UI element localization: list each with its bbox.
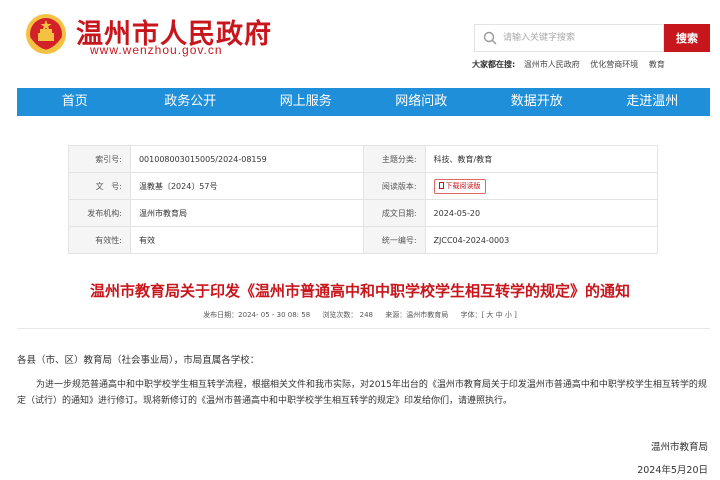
search-button[interactable]: 搜索: [664, 24, 710, 52]
site-header: 温州市人民政府 www.wenzhou.gov.cn 搜索 大家都在搜: 温州市…: [0, 0, 720, 86]
nav-item-open-data[interactable]: 数据开放: [479, 88, 595, 116]
reader-cell: 下载阅读版: [424, 172, 659, 200]
search-box: [474, 24, 664, 52]
article-title: 温州市教育局关于印发《温州市普通高中和中职学校学生相互转学的规定》的通知: [89, 282, 630, 300]
docno-value: 温教基〔2024〕57号: [129, 172, 364, 200]
article-meta: 发布日期：2024- 05 - 30 08: 58 浏览次数： 248 来源：温…: [0, 310, 720, 320]
body-paragraph: 为进一步规范普通高中和中职学校学生相互转学流程，根据相关文件和我市实际，对201…: [17, 380, 707, 406]
nav-item-about-wenzhou[interactable]: 走进温州: [595, 88, 711, 116]
hot-search-link[interactable]: 温州市人民政府: [524, 60, 580, 69]
category-label: 主题分类:: [362, 145, 426, 173]
salutation: 各县（市、区）教育局（社会事业局），市局直属各学校：: [17, 355, 260, 366]
issuer-label: 发布机构:: [68, 199, 131, 227]
publish-date: 发布日期：2024- 05 - 30 08: 58: [203, 311, 311, 319]
signature-org: 温州市教育局: [650, 442, 708, 453]
hot-search-label: 大家都在搜:: [472, 60, 516, 69]
document-icon: [438, 181, 444, 189]
unified-label: 统一编号:: [362, 226, 426, 254]
nav-item-home[interactable]: 首页: [17, 88, 133, 116]
validity-label: 有效性:: [68, 226, 131, 254]
table-row: 发布机构: 温州市教育局 成文日期: 2024-05-20: [68, 199, 659, 227]
download-reader-label: 下载阅读版: [445, 181, 481, 190]
font-size-switcher[interactable]: 字体：[ 大 中 小 ]: [460, 311, 516, 319]
document-info-table: 索引号: 001008003015005/2024-08159 主题分类: 科技…: [68, 145, 659, 254]
reader-label: 阅读版本:: [362, 172, 426, 200]
unified-value: ZJCC04-2024-0003: [424, 226, 659, 254]
table-row: 索引号: 001008003015005/2024-08159 主题分类: 科技…: [68, 145, 659, 173]
validity-value: 有效: [129, 226, 364, 254]
search-icon: [483, 31, 497, 45]
divider: [17, 328, 710, 329]
nav-item-gov-affairs[interactable]: 政务公开: [133, 88, 249, 116]
hot-search-link[interactable]: 优化营商环境: [590, 60, 638, 69]
index-value: 001008003015005/2024-08159: [129, 145, 364, 173]
source: 来源：温州市教育局: [385, 311, 449, 319]
main-nav: 首页 政务公开 网上服务 网络问政 数据开放 走进温州: [17, 88, 710, 116]
national-emblem-icon: [26, 14, 66, 54]
nav-item-online-service[interactable]: 网上服务: [248, 88, 364, 116]
hot-search-link[interactable]: 教育: [649, 60, 665, 69]
category-value: 科技、教育/教育: [424, 145, 659, 173]
search-input[interactable]: [503, 28, 658, 48]
signature-date: 2024年5月20日: [637, 465, 708, 476]
index-label: 索引号:: [68, 145, 131, 173]
created-value: 2024-05-20: [424, 199, 659, 227]
hot-search: 大家都在搜: 温州市人民政府 优化营商环境 教育: [472, 59, 673, 70]
download-reader-link[interactable]: 下载阅读版: [433, 178, 486, 194]
created-label: 成文日期:: [362, 199, 426, 227]
table-row: 有效性: 有效 统一编号: ZJCC04-2024-0003: [68, 226, 659, 254]
table-row: 文 号: 温教基〔2024〕57号 阅读版本: 下载阅读版: [68, 172, 659, 200]
issuer-value: 温州市教育局: [129, 199, 364, 227]
docno-label: 文 号:: [68, 172, 131, 200]
nav-item-consultation[interactable]: 网络问政: [364, 88, 480, 116]
site-url: www.wenzhou.gov.cn: [90, 43, 223, 57]
view-count: 浏览次数： 248: [322, 311, 373, 319]
